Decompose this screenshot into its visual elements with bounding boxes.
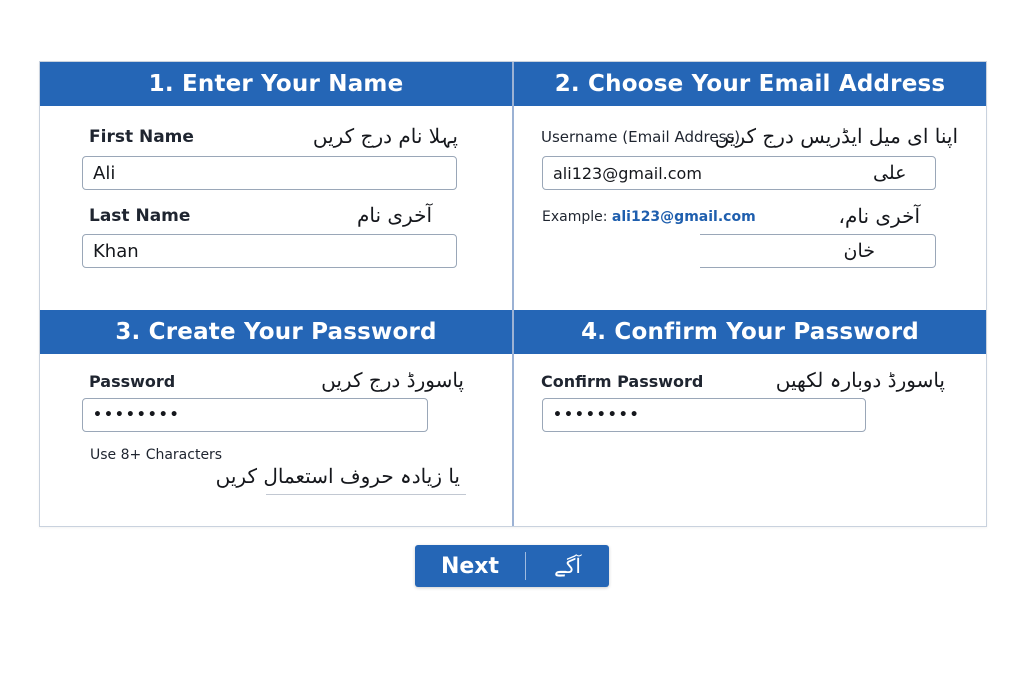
- last-name-input[interactable]: Khan: [82, 234, 457, 268]
- section-email-title: 2. Choose Your Email Address: [554, 71, 946, 97]
- first-name-urdu-label: پہلا نام درج کریں: [312, 124, 458, 148]
- confirm-password-label: Confirm Password: [541, 372, 704, 391]
- section-email-header: 2. Choose Your Email Address: [514, 62, 986, 106]
- last-name-label: Last Name: [89, 206, 191, 226]
- first-name-value: Ali: [93, 162, 116, 184]
- last-name-value: Khan: [93, 240, 139, 262]
- email-example-hint: Example: ali123@gmail.com: [542, 209, 756, 225]
- last-name-urdu-label: آخری نام: [356, 203, 432, 227]
- section-name-header: 1. Enter Your Name: [40, 62, 512, 106]
- password-value: ••••••••: [93, 407, 181, 423]
- section-password-header: 3. Create Your Password: [40, 310, 512, 354]
- first-name-input[interactable]: Ali: [82, 156, 457, 190]
- email-example-urdu: آخری نام،: [838, 204, 920, 228]
- email-example-prefix: Example:: [542, 209, 612, 225]
- column-divider: [512, 62, 514, 526]
- username-input[interactable]: ali123@gmail.com علی: [542, 156, 936, 190]
- email-secondary-input[interactable]: خان: [700, 234, 936, 268]
- signup-form-card: 1. Enter Your Name First Name پہلا نام د…: [39, 61, 987, 527]
- confirm-password-value: ••••••••: [553, 407, 641, 423]
- section-password-title: 3. Create Your Password: [115, 319, 437, 345]
- username-value: ali123@gmail.com: [553, 163, 702, 183]
- email-secondary-urdu-value: خان: [843, 240, 876, 262]
- next-button-label: Next: [440, 553, 500, 579]
- username-urdu-value: علی: [873, 162, 907, 184]
- password-hint: Use 8+ Characters: [90, 447, 223, 463]
- section-name-title: 1. Enter Your Name: [148, 71, 404, 97]
- section-confirm-title: 4. Confirm Your Password: [581, 319, 919, 345]
- password-urdu-label: پاسورڈ درج کریں: [321, 368, 464, 392]
- next-button-urdu-label: آگے: [554, 554, 581, 578]
- username-label: Username (Email Address): [541, 128, 741, 146]
- confirm-password-input[interactable]: ••••••••: [542, 398, 866, 432]
- password-hint-urdu: یا زیادہ حروف استعمال کریں: [215, 464, 460, 488]
- password-hint-underline: [266, 494, 466, 495]
- next-button[interactable]: Next آگے: [415, 545, 609, 587]
- username-urdu-label: اپنا ای میل ایڈریس درج کریں: [714, 124, 958, 148]
- first-name-label: First Name: [89, 127, 194, 147]
- section-confirm-header: 4. Confirm Your Password: [514, 310, 986, 354]
- email-example-address: ali123@gmail.com: [611, 209, 756, 225]
- password-label: Password: [89, 372, 176, 391]
- password-input[interactable]: ••••••••: [82, 398, 428, 432]
- confirm-password-urdu-label: پاسورڈ دوبارہ لکھیں: [775, 368, 945, 392]
